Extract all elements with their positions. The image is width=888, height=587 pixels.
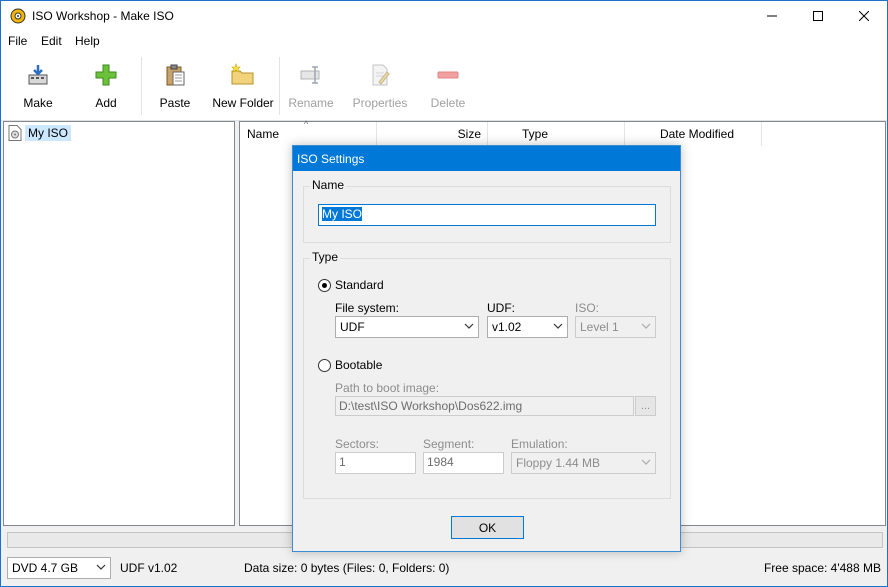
add-label: Add (95, 96, 117, 110)
column-header-type[interactable]: Type (488, 122, 625, 146)
udf-version-select[interactable]: v1.02 (487, 316, 568, 338)
tree-item-my-iso[interactable]: My ISO (8, 124, 72, 142)
sectors-input[interactable]: 1 (335, 452, 416, 474)
sectors-label: Sectors: (335, 437, 380, 451)
close-icon (859, 11, 869, 21)
delete-button[interactable]: Delete (425, 51, 471, 121)
iso-name-value: My ISO (322, 207, 363, 221)
status-bar: DVD 4.7 GB UDF v1.02 Data size: 0 bytes … (1, 553, 887, 586)
segment-input[interactable]: 1984 (423, 452, 504, 474)
iso-level-select[interactable]: Level 1 (575, 316, 656, 338)
name-group-label: Name (310, 178, 347, 192)
dialog-title: ISO Settings (293, 146, 680, 171)
add-button[interactable]: Add (81, 51, 131, 121)
new-folder-icon (231, 63, 254, 85)
rename-label: Rename (288, 96, 334, 110)
iso-file-icon (8, 125, 22, 141)
close-button[interactable] (841, 1, 887, 31)
menu-bar: File Edit Help (1, 31, 887, 51)
boot-path-input[interactable]: D:\test\ISO Workshop\Dos622.img (335, 396, 634, 416)
chevron-down-icon (641, 459, 651, 465)
make-label: Make (23, 96, 53, 110)
new-folder-button[interactable]: New Folder (212, 51, 274, 121)
file-system-label: File system: (335, 301, 400, 315)
bootable-radio[interactable]: Bootable (318, 358, 382, 372)
toolbar-separator (141, 57, 142, 115)
new-folder-label: New Folder (212, 96, 274, 110)
file-system-select[interactable]: UDF (335, 316, 479, 338)
paste-icon (166, 64, 185, 86)
iso-level-label: ISO: (575, 301, 600, 315)
disc-type-select[interactable]: DVD 4.7 GB (7, 557, 111, 579)
emulation-label: Emulation: (511, 437, 568, 451)
ok-button[interactable]: OK (451, 516, 524, 539)
maximize-button[interactable] (795, 1, 841, 31)
name-group: Name My ISO (303, 178, 671, 243)
add-icon (95, 64, 117, 86)
status-data-size: Data size: 0 bytes (Files: 0, Folders: 0… (244, 561, 450, 575)
column-header-size[interactable]: Size (377, 122, 488, 146)
emulation-select[interactable]: Floppy 1.44 MB (511, 452, 656, 474)
chevron-down-icon (464, 323, 474, 329)
toolbar: Make Add Paste New Folder Rename Propert… (1, 51, 887, 121)
make-icon (28, 65, 48, 85)
boot-path-label: Path to boot image: (335, 381, 440, 395)
menu-help[interactable]: Help (75, 34, 100, 48)
standard-radio[interactable]: Standard (318, 278, 384, 292)
menu-file[interactable]: File (8, 34, 27, 48)
delete-label: Delete (430, 96, 466, 110)
browse-button[interactable]: ... (635, 396, 656, 416)
rename-button[interactable]: Rename (288, 51, 334, 121)
iso-name-input[interactable]: My ISO (318, 204, 656, 226)
properties-label: Properties (352, 96, 408, 110)
chevron-down-icon (96, 564, 106, 570)
paste-label: Paste (159, 96, 191, 110)
window-title: ISO Workshop - Make ISO (32, 9, 174, 23)
maximize-icon (813, 11, 823, 21)
minimize-icon (767, 15, 777, 17)
chevron-down-icon (641, 323, 651, 329)
type-group: Type Standard File system: UDF UDF: v1.0… (303, 250, 671, 499)
status-free-space: Free space: 4'488 MB (763, 561, 881, 575)
column-header-date-modified[interactable]: Date Modified (625, 122, 762, 146)
status-format: UDF v1.02 (120, 561, 178, 575)
make-button[interactable]: Make (13, 51, 63, 121)
tree-pane[interactable]: My ISO (3, 121, 235, 526)
radio-unchecked-icon (318, 358, 331, 372)
toolbar-separator (279, 57, 280, 115)
properties-button[interactable]: Properties (353, 51, 407, 121)
delete-icon (437, 71, 459, 79)
column-header-name[interactable]: ^ Name (240, 119, 377, 146)
minimize-button[interactable] (749, 1, 795, 31)
segment-label: Segment: (423, 437, 475, 451)
iso-settings-dialog: ISO Settings Name My ISO Type Standard F… (292, 145, 681, 552)
title-bar: ISO Workshop - Make ISO (1, 1, 887, 31)
type-group-label: Type (310, 250, 341, 264)
radio-checked-icon (318, 278, 331, 292)
paste-button[interactable]: Paste (150, 51, 200, 121)
menu-edit[interactable]: Edit (41, 34, 62, 48)
udf-label: UDF: (487, 301, 515, 315)
sort-ascending-icon: ^ (304, 119, 309, 129)
properties-icon (372, 64, 390, 86)
rename-icon (300, 66, 320, 84)
chevron-down-icon (553, 323, 563, 329)
app-icon (10, 8, 26, 24)
tree-item-label: My ISO (25, 125, 72, 141)
